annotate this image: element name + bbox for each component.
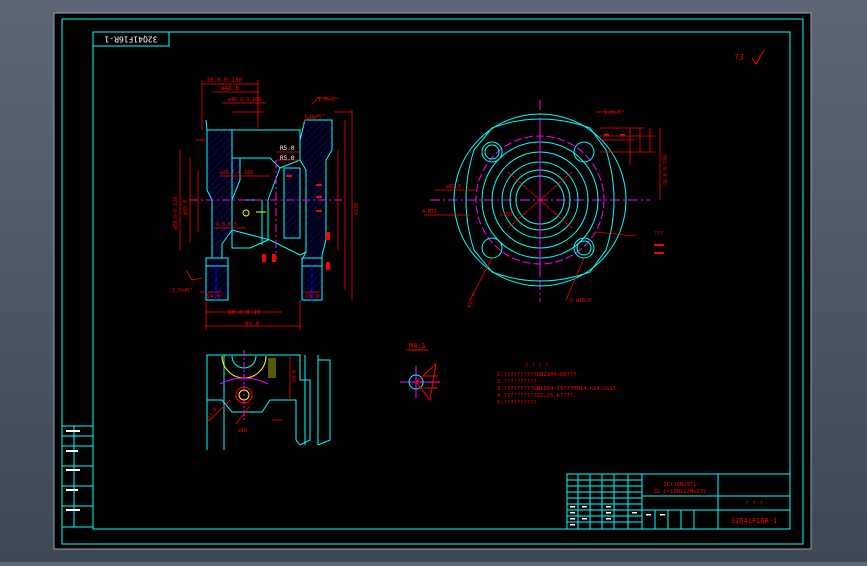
top-dim-note: ??? — [654, 231, 663, 237]
dim-chamfer-2: 1.0x45° — [304, 114, 325, 120]
note-5: 5.?????????? — [497, 400, 537, 406]
bottom-dim-60: 60.0 — [292, 370, 298, 382]
note-3: 3.?????????GB1804—79???HH14,h14,Js15. — [497, 386, 620, 392]
dim-28-5: ø28.5-0.160 — [220, 170, 253, 176]
company-name: ? ? ? — [745, 500, 763, 507]
top-dim-56: 56.0-0.740 — [663, 155, 669, 185]
dim-58: ø58.0 — [183, 200, 189, 215]
dim-14: 14.0 — [206, 293, 221, 300]
dim-95: 95.0 — [245, 321, 260, 328]
bottom-dim-10: ø10 — [238, 428, 247, 434]
top-dim-chamfer: 1.0x45° — [604, 110, 625, 116]
cad-viewport[interactable]: 32Q41F16R-1 ?3 30.0-0.130 ø48.0 ø40.0-0.… — [0, 0, 867, 562]
top-dim-85: ø85.0 — [446, 184, 461, 190]
note-4: 4.??????????25,25,6????. — [497, 393, 576, 399]
material-line-2: ZG Cr18Ni12Mo2Ti — [654, 489, 707, 495]
dim-chamfer-3: 1.0x45° — [172, 288, 193, 294]
note-2: 2.??????????. — [497, 379, 540, 385]
dim-r5-a: R5.0 — [280, 145, 295, 152]
dim-16: 16.0 — [305, 293, 320, 300]
dim-40: ø40.0-0.160 — [228, 97, 261, 103]
dim-60: 60.0-0.19 — [228, 309, 261, 316]
top-dim-m16: 4-M16 — [422, 209, 437, 215]
dim-chamfer-1: 1.0x45° — [318, 97, 339, 103]
drawing-canvas: 32Q41F16R-1 ?3 30.0-0.130 ø48.0 ø40.0-0.… — [53, 12, 812, 550]
dim-80: ø80.0-0.228 — [173, 197, 179, 230]
dim-r5-b: R5.0 — [280, 155, 295, 162]
dim-30: 30.0-0.130 — [206, 77, 243, 84]
top-dim-100: ø100 — [500, 212, 512, 218]
notes-title: ? ? ? ? — [525, 363, 548, 369]
drawing-sheet — [53, 12, 812, 550]
detail-label: M4:1 — [409, 342, 426, 350]
rotated-drawing-code: 32Q41F16R-1 — [104, 35, 157, 44]
roughness-label: ?3 — [734, 53, 744, 62]
dim-48: ø48.0 — [221, 85, 239, 92]
dim-130: ø130 — [354, 203, 360, 215]
note-1: 1.??????????GB2100—80???. — [497, 372, 580, 378]
dim-4: 4.0-0.5 — [216, 222, 237, 228]
drawing-number: 32Q41F16R-1 — [731, 517, 777, 525]
top-dim-8-holes: 8-ø18.0 — [570, 298, 591, 304]
material-line-1: ICr18Ni9Ti — [663, 482, 696, 488]
